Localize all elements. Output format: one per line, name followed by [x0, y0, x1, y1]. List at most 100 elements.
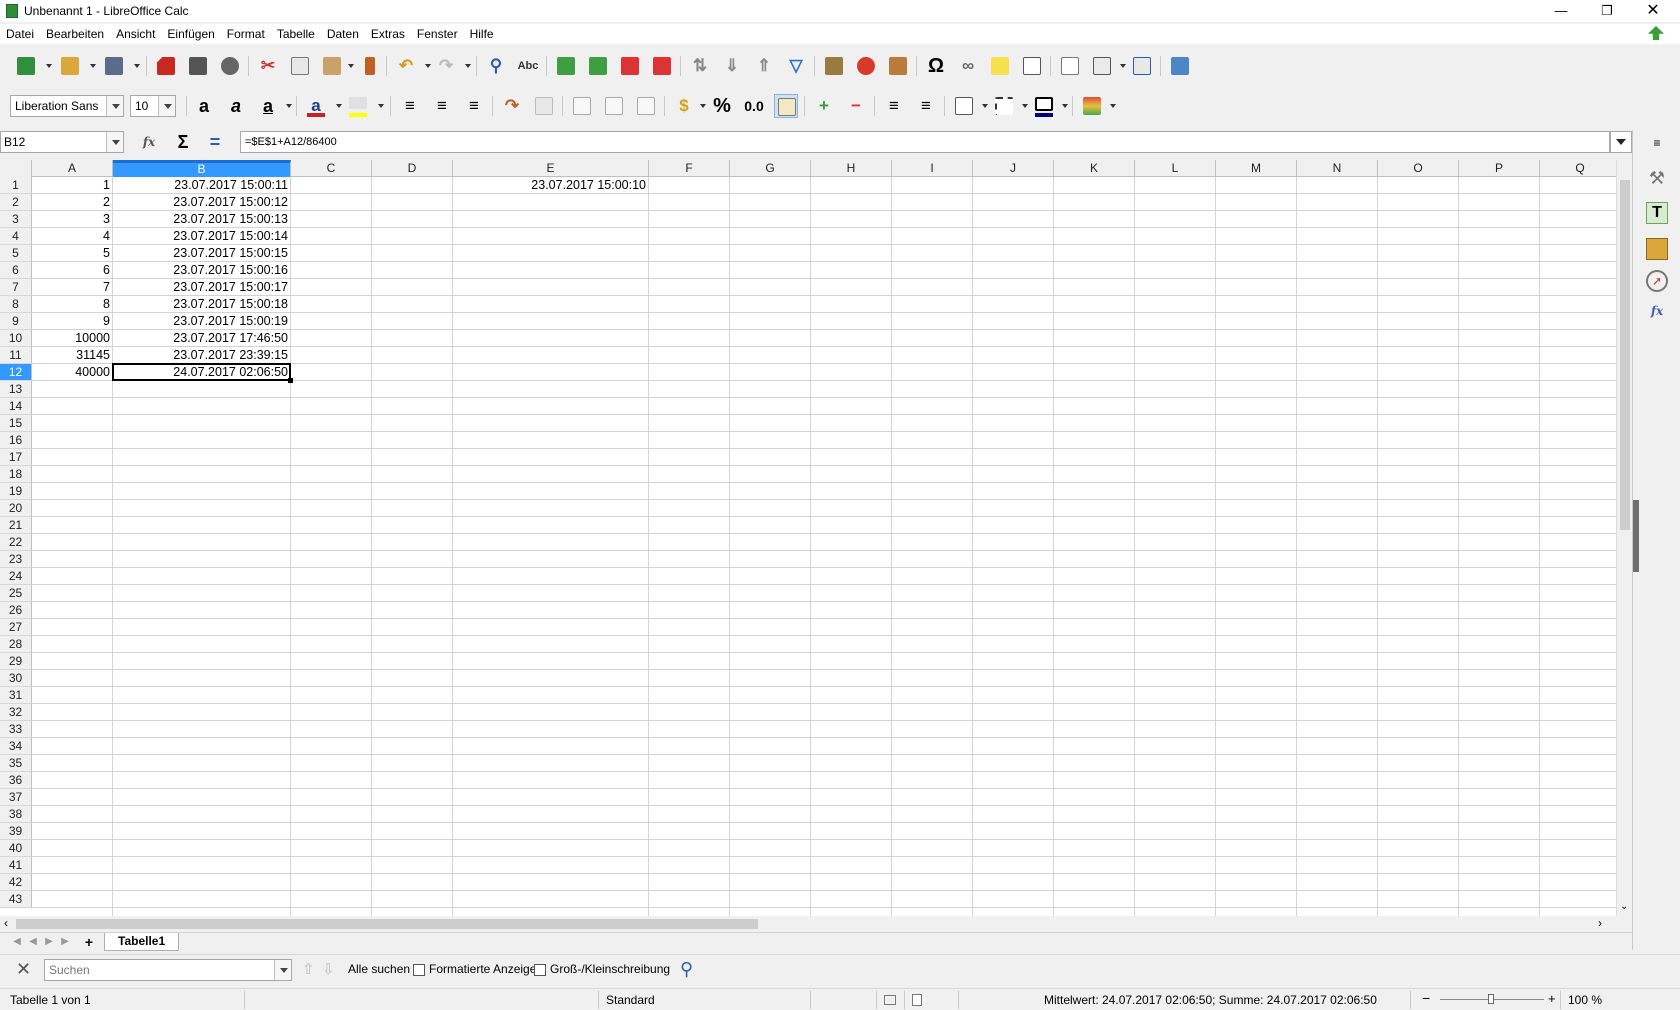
row-header-7[interactable]: 7: [0, 279, 32, 296]
freeze-rows-columns-icon[interactable]: [1090, 54, 1114, 78]
open-folder-icon[interactable]: [58, 54, 82, 78]
row-header-41[interactable]: 41: [0, 857, 32, 874]
currency-format-icon[interactable]: $: [672, 94, 696, 118]
delete-row-icon[interactable]: [618, 54, 642, 78]
find-replace-icon[interactable]: ⚲: [484, 54, 508, 78]
underline-icon[interactable]: a: [256, 94, 280, 118]
conditional-format-icon[interactable]: [1080, 94, 1104, 118]
row-header-39[interactable]: 39: [0, 823, 32, 840]
column-header-f[interactable]: F: [649, 160, 730, 177]
row-header-29[interactable]: 29: [0, 653, 32, 670]
spelling-icon[interactable]: Abc: [516, 54, 540, 78]
formula-input[interactable]: =$E$1+A12/86400: [240, 131, 1610, 153]
horizontal-scroll-thumb[interactable]: [16, 919, 758, 929]
date-format-icon[interactable]: [774, 94, 798, 118]
row-header-21[interactable]: 21: [0, 517, 32, 534]
add-sheet-icon[interactable]: +: [82, 935, 96, 949]
row-header-2[interactable]: 2: [0, 194, 32, 211]
row-header-36[interactable]: 36: [0, 772, 32, 789]
navigator-icon[interactable]: ➚: [1646, 270, 1668, 292]
column-header-a[interactable]: A: [32, 160, 113, 177]
horizontal-scrollbar[interactable]: ‹ ›: [0, 916, 1632, 932]
cell-a11[interactable]: 31145: [32, 347, 112, 364]
cell-b5[interactable]: 23.07.2017 15:00:15: [113, 245, 290, 262]
row-header-37[interactable]: 37: [0, 789, 32, 806]
headers-footers-icon[interactable]: [1020, 54, 1044, 78]
sum-icon[interactable]: Σ: [170, 130, 196, 154]
center-vertically-icon[interactable]: [602, 94, 626, 118]
delete-column-icon[interactable]: [650, 54, 674, 78]
copy-icon[interactable]: [288, 54, 312, 78]
row-header-1[interactable]: 1: [0, 177, 32, 194]
cell-b2[interactable]: 23.07.2017 15:00:12: [113, 194, 290, 211]
page-style[interactable]: Standard: [606, 993, 655, 1007]
column-header-k[interactable]: K: [1054, 160, 1135, 177]
column-header-p[interactable]: P: [1459, 160, 1540, 177]
align-left-icon[interactable]: ≡: [398, 94, 422, 118]
align-top-icon[interactable]: [570, 94, 594, 118]
scroll-right-icon[interactable]: ›: [1598, 916, 1602, 930]
row-header-3[interactable]: 3: [0, 211, 32, 228]
row-header-28[interactable]: 28: [0, 636, 32, 653]
zoom-in-icon[interactable]: +: [1548, 991, 1556, 1006]
highlight-color-icon[interactable]: [346, 94, 370, 118]
row-header-42[interactable]: 42: [0, 874, 32, 891]
selection-mode-icon[interactable]: [884, 995, 896, 1005]
border-style-icon[interactable]: [992, 94, 1016, 118]
column-header-b[interactable]: B: [113, 160, 291, 177]
row-header-11[interactable]: 11: [0, 347, 32, 364]
insert-image-icon[interactable]: [822, 54, 846, 78]
row-header-14[interactable]: 14: [0, 398, 32, 415]
sidebar-collapse-handle[interactable]: [1633, 500, 1639, 572]
autofilter-icon[interactable]: ▽: [784, 54, 808, 78]
column-header-d[interactable]: D: [372, 160, 453, 177]
cut-icon[interactable]: ✂: [256, 54, 280, 78]
zoom-slider-knob[interactable]: [1488, 994, 1494, 1004]
cell-a8[interactable]: 8: [32, 296, 112, 313]
first-sheet-icon[interactable]: ◀: [10, 935, 24, 949]
row-header-32[interactable]: 32: [0, 704, 32, 721]
name-box[interactable]: B12: [0, 131, 124, 153]
sheet-tab-tabelle1[interactable]: Tabelle1: [104, 933, 180, 951]
sidebar-menu-icon[interactable]: ≡: [1646, 136, 1668, 158]
cell-a2[interactable]: 2: [32, 194, 112, 211]
row-header-12[interactable]: 12: [0, 364, 32, 381]
save-icon[interactable]: [102, 54, 126, 78]
next-sheet-icon[interactable]: ▶: [42, 935, 56, 949]
pivot-table-icon[interactable]: [886, 54, 910, 78]
clone-formatting-icon[interactable]: [358, 54, 382, 78]
cell-a5[interactable]: 5: [32, 245, 112, 262]
gallery-icon[interactable]: [1646, 238, 1668, 260]
align-center-icon[interactable]: ≡: [430, 94, 454, 118]
bold-icon[interactable]: a: [192, 94, 216, 118]
minimize-button[interactable]: —: [1538, 0, 1584, 22]
print-preview-icon[interactable]: [218, 54, 242, 78]
column-header-c[interactable]: C: [291, 160, 372, 177]
cell-b10[interactable]: 23.07.2017 17:46:50: [113, 330, 290, 347]
restore-button[interactable]: ❐: [1584, 0, 1630, 22]
cell-a12[interactable]: 40000: [32, 364, 112, 381]
number-format-icon[interactable]: 0.0: [742, 94, 766, 118]
row-header-26[interactable]: 26: [0, 602, 32, 619]
cell-b6[interactable]: 23.07.2017 15:00:16: [113, 262, 290, 279]
align-bottom-icon[interactable]: [634, 94, 658, 118]
paste-icon[interactable]: [320, 54, 344, 78]
hyperlink-icon[interactable]: ∞: [956, 54, 980, 78]
row-header-9[interactable]: 9: [0, 313, 32, 330]
menu-bearbeiten[interactable]: Bearbeiten: [46, 27, 104, 41]
row-header-34[interactable]: 34: [0, 738, 32, 755]
wrench-properties-icon[interactable]: ⚒: [1646, 168, 1668, 190]
split-window-icon[interactable]: [1130, 54, 1154, 78]
decrease-indent-icon[interactable]: ≡: [914, 94, 938, 118]
close-find-bar-icon[interactable]: ✕: [16, 959, 31, 980]
row-header-27[interactable]: 27: [0, 619, 32, 636]
cell-a10[interactable]: 10000: [32, 330, 112, 347]
cell-b11[interactable]: 23.07.2017 23:39:15: [113, 347, 290, 364]
row-header-20[interactable]: 20: [0, 500, 32, 517]
row-header-15[interactable]: 15: [0, 415, 32, 432]
column-header-m[interactable]: M: [1216, 160, 1297, 177]
sort-icon[interactable]: ⇅: [688, 54, 712, 78]
vertical-scroll-thumb[interactable]: [1620, 180, 1630, 530]
row-header-30[interactable]: 30: [0, 670, 32, 687]
new-document-icon[interactable]: [14, 54, 38, 78]
